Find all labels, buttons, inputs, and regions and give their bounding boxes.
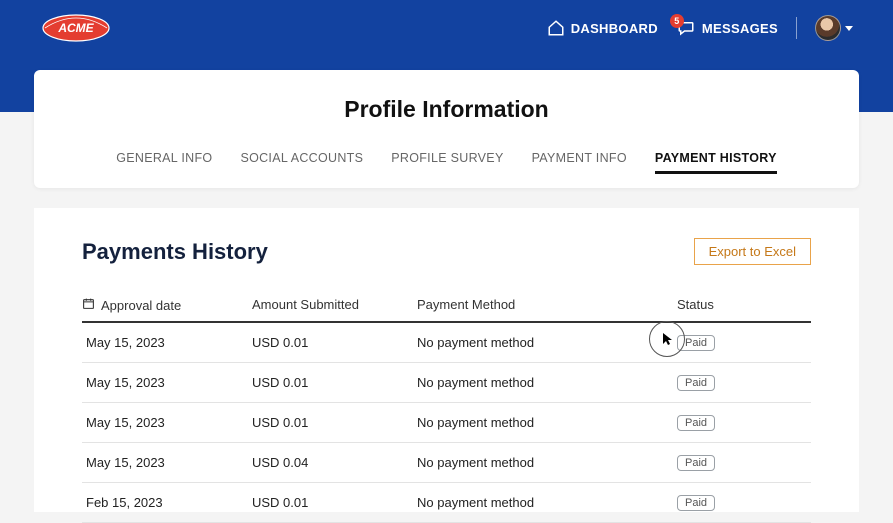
col-amount-submitted: Amount Submitted (252, 297, 417, 313)
col-status: Status (677, 297, 811, 313)
cell-method: No payment method (417, 335, 677, 350)
nav-messages-label: MESSAGES (702, 21, 778, 36)
status-badge: Paid (677, 335, 715, 351)
cell-method: No payment method (417, 415, 677, 430)
messages-badge: 5 (670, 14, 684, 28)
tab-profile-survey[interactable]: PROFILE SURVEY (391, 151, 503, 174)
cell-amount: USD 0.04 (252, 455, 417, 470)
payments-history-card: Payments History Export to Excel Approva… (34, 208, 859, 512)
chevron-down-icon (845, 26, 853, 31)
cell-date: Feb 15, 2023 (82, 495, 252, 510)
cell-amount: USD 0.01 (252, 495, 417, 510)
svg-text:ACME: ACME (57, 21, 94, 35)
cell-status: Paid (677, 334, 811, 351)
cell-status: Paid (677, 454, 811, 471)
nav-divider (796, 17, 797, 39)
user-avatar-icon (815, 15, 841, 41)
col-payment-method: Payment Method (417, 297, 677, 313)
nav-dashboard-label: DASHBOARD (571, 21, 658, 36)
cell-method: No payment method (417, 495, 677, 510)
table-row: May 15, 2023USD 0.01No payment methodPai… (82, 403, 811, 443)
cell-amount: USD 0.01 (252, 375, 417, 390)
status-badge: Paid (677, 375, 715, 391)
cell-date: May 15, 2023 (82, 335, 252, 350)
cell-status: Paid (677, 374, 811, 391)
page-title: Profile Information (34, 96, 859, 123)
tab-payment-info[interactable]: PAYMENT INFO (532, 151, 627, 174)
export-to-excel-button[interactable]: Export to Excel (694, 238, 811, 265)
nav-messages[interactable]: 5 MESSAGES (676, 19, 778, 37)
cell-method: No payment method (417, 455, 677, 470)
profile-header-card: Profile Information GENERAL INFO SOCIAL … (34, 70, 859, 188)
cell-status: Paid (677, 414, 811, 431)
status-badge: Paid (677, 455, 715, 471)
section-title: Payments History (82, 239, 268, 265)
table-row: May 15, 2023USD 0.01No payment methodPai… (82, 363, 811, 403)
calendar-icon (82, 297, 95, 313)
cell-date: May 15, 2023 (82, 375, 252, 390)
brand-logo[interactable]: ACME (40, 12, 112, 44)
tab-payment-history[interactable]: PAYMENT HISTORY (655, 151, 777, 174)
payments-table: Approval date Amount Submitted Payment M… (82, 289, 811, 523)
user-menu[interactable] (815, 15, 853, 41)
cell-status: Paid (677, 494, 811, 511)
profile-tabs: GENERAL INFO SOCIAL ACCOUNTS PROFILE SUR… (34, 151, 859, 188)
nav-dashboard[interactable]: DASHBOARD (547, 19, 658, 37)
cell-date: May 15, 2023 (82, 455, 252, 470)
tab-general-info[interactable]: GENERAL INFO (116, 151, 212, 174)
tab-social-accounts[interactable]: SOCIAL ACCOUNTS (240, 151, 363, 174)
table-row: May 15, 2023USD 0.01No payment methodPai… (82, 323, 811, 363)
cell-amount: USD 0.01 (252, 415, 417, 430)
table-row: May 15, 2023USD 0.04No payment methodPai… (82, 443, 811, 483)
table-header: Approval date Amount Submitted Payment M… (82, 289, 811, 323)
status-badge: Paid (677, 495, 715, 511)
table-row: Feb 15, 2023USD 0.01No payment methodPai… (82, 483, 811, 523)
cell-method: No payment method (417, 375, 677, 390)
cell-date: May 15, 2023 (82, 415, 252, 430)
status-badge: Paid (677, 415, 715, 431)
cell-amount: USD 0.01 (252, 335, 417, 350)
home-icon (547, 19, 565, 37)
col-approval-date: Approval date (101, 298, 181, 313)
